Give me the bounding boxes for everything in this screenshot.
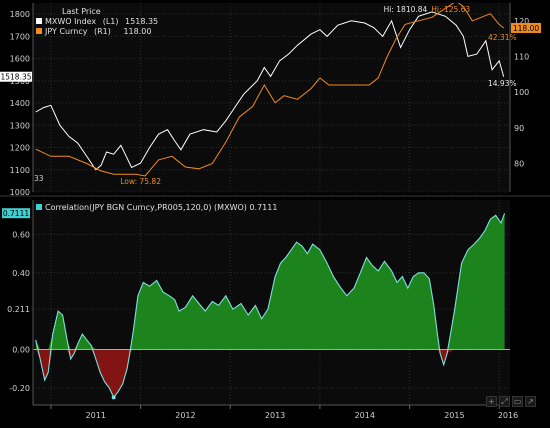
correlation-title: Correlation(JPY BGN Curncy,PR005,120,0) …: [45, 203, 278, 212]
left-axis-tick-label: 1600: [10, 55, 30, 64]
mxwo-last-tag-label: 1518.35: [0, 73, 31, 82]
bottom-axis-tick-label: 0.211: [7, 305, 30, 314]
expand-button[interactable]: ⤢: [499, 396, 510, 407]
legend-axis-jpy: (R1): [94, 27, 111, 36]
bottom-axis-tick-label: 0.60: [12, 230, 30, 239]
left-axis-tick-label: 1300: [10, 121, 30, 130]
ratio-right-annotation: 42.31%: [488, 33, 517, 42]
legend-axis-mxwo: (L1): [102, 17, 119, 26]
bottom-axis-tick-label: 0.40: [12, 269, 30, 278]
right-axis-tick-label: 110: [514, 52, 529, 61]
left-axis-tick-label: 1400: [10, 99, 30, 108]
x-axis-year-label: 2013: [265, 411, 285, 420]
right-axis-tick-label: 80: [514, 159, 524, 168]
bottom-axis-tick-label: 0.00: [12, 345, 30, 354]
jpy-high-annotation: Hi: 125.63: [431, 5, 470, 14]
mxwo-high-annotation: Hi: 1810.84: [384, 5, 428, 14]
left-axis-tick-label: 1100: [10, 166, 30, 175]
jpy-low-annotation: Low: 75.82: [120, 177, 161, 186]
legend-swatch-jpy: [36, 28, 42, 34]
legend-value-mxwo: 1518.35: [125, 17, 159, 26]
legend-value-jpy: 118.00: [123, 27, 152, 36]
window-button[interactable]: ▭: [512, 396, 523, 407]
bottom-axis-tick-label: -0.20: [9, 384, 30, 393]
legend-swatch-mxwo: [36, 18, 42, 24]
legend-entry-jpy[interactable]: JPY Curncy (R1) 118.00: [36, 27, 151, 36]
left-axis-tick-label: 1200: [10, 144, 30, 153]
correlation-min-marker: [111, 395, 116, 400]
popout-button[interactable]: ↗: [525, 396, 536, 407]
legend-name-mxwo: MXWO Index: [45, 17, 97, 26]
chart-root: 1000110012001300140015001600170018008090…: [0, 0, 550, 424]
jpy-last-tag-label: 118.00: [513, 24, 539, 33]
legend-entry-mxwo[interactable]: MXWO Index (L1) 1518.35: [36, 17, 158, 26]
ratio-bottom-annotation: 14.93%: [488, 79, 517, 88]
correlation-swatch: [36, 204, 42, 210]
left-axis-tick-label: 1000: [10, 188, 30, 197]
right-axis-tick-label: 90: [514, 124, 524, 133]
corner-annotation: 33: [34, 174, 44, 183]
x-axis-year-label: 2011: [86, 411, 106, 420]
correlation-last-tag-label: 0.7111: [3, 209, 29, 218]
left-axis-tick-label: 1700: [10, 32, 30, 41]
correlation-legend[interactable]: Correlation(JPY BGN Curncy,PR005,120,0) …: [36, 203, 277, 212]
legend-name-jpy: JPY Curncy: [45, 27, 88, 36]
chart-svg: 1000110012001300140015001600170018008090…: [0, 3, 550, 420]
x-axis-year-label: 2012: [175, 411, 195, 420]
x-axis-year-label: 2015: [444, 411, 464, 420]
x-axis-year-label: 2016: [498, 411, 518, 420]
legend-header: Last Price: [62, 7, 101, 16]
right-axis-tick-label: 100: [514, 88, 529, 97]
left-axis-tick-label: 1800: [10, 10, 30, 19]
zoom-in-button[interactable]: +: [486, 396, 497, 407]
x-axis-year-label: 2014: [355, 411, 375, 420]
